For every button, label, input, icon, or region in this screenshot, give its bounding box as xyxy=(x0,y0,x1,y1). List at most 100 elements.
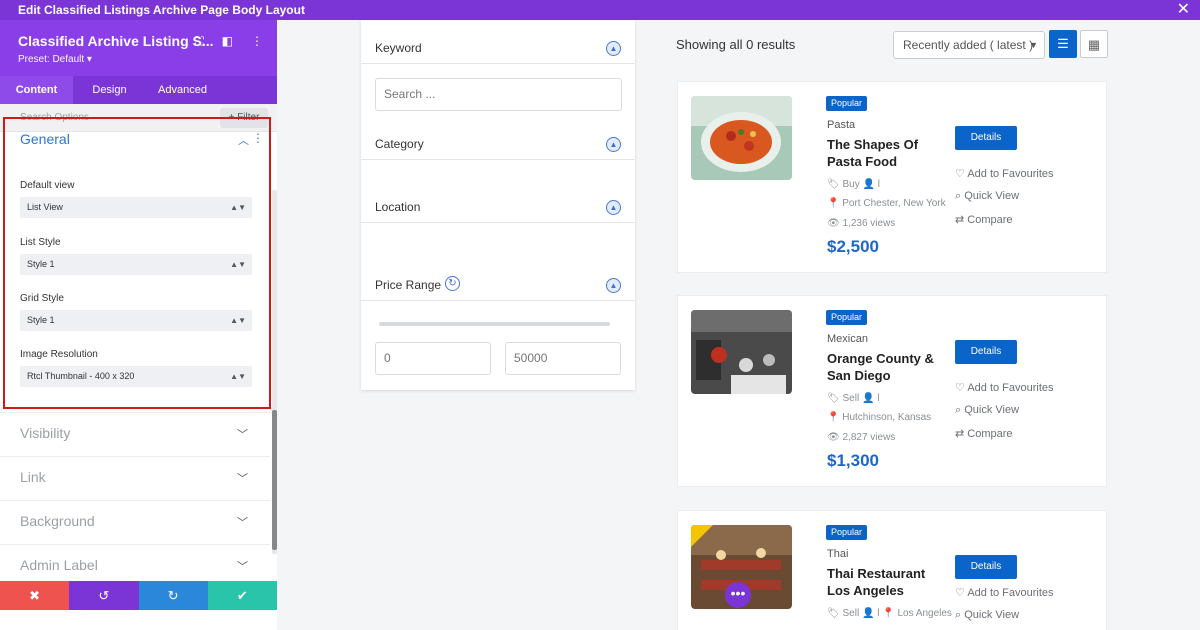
max-price-input[interactable]: 50000 xyxy=(505,342,621,375)
listing-category[interactable]: Thai xyxy=(827,548,848,560)
image-resolution-select[interactable]: Rtcl Thumbnail - 400 x 320 ▲▼ xyxy=(20,366,252,387)
preset-dropdown[interactable]: Preset: Default ▾ xyxy=(18,54,259,65)
select-arrows-icon: ▲▼ xyxy=(230,260,246,269)
select-arrows-icon: ▲▼ xyxy=(230,316,246,325)
keyword-search-input[interactable]: Search ... xyxy=(375,78,622,111)
listing-card: Popular Pasta The Shapes Of Pasta Food 🏷… xyxy=(677,81,1107,273)
listing-category[interactable]: Pasta xyxy=(827,119,855,131)
add-to-favourites-link[interactable]: ♡ Add to Favourites xyxy=(955,381,1054,394)
tag-icon: 🏷 xyxy=(827,608,840,619)
add-to-favourites-link[interactable]: ♡ Add to Favourites xyxy=(955,167,1054,180)
popular-badge: Popular xyxy=(826,525,868,540)
compare-link[interactable]: ⇄ Compare xyxy=(955,213,1013,226)
listing-price: $2,500 xyxy=(827,237,879,256)
details-button[interactable]: Details xyxy=(955,555,1017,579)
save-button[interactable]: ✔ xyxy=(207,581,277,610)
popular-badge: Popular xyxy=(826,96,868,111)
tag-icon: 🏷 xyxy=(827,179,840,190)
results-count: Showing all 0 results xyxy=(676,37,796,52)
builder-title-bar: Edit Classified Listings Archive Page Bo… xyxy=(0,0,1200,20)
chevron-down-icon: ﹀ xyxy=(237,473,248,485)
grid-view-icon: ▦ xyxy=(1087,37,1101,52)
scrollbar-thumb[interactable] xyxy=(272,410,277,550)
chevron-up-icon[interactable]: ▲ xyxy=(606,200,621,215)
listing-views: 👁 2,827 views xyxy=(827,432,896,443)
chevron-up-icon[interactable]: ︿ xyxy=(238,132,249,148)
sort-select[interactable]: Recently added ( latest ) ▼ xyxy=(893,31,1045,59)
map-pin-icon: 📍 xyxy=(827,412,840,423)
tab-content[interactable]: Content xyxy=(0,76,73,104)
list-style-select[interactable]: Style 1 ▲▼ xyxy=(20,254,252,275)
heart-icon: ♡ xyxy=(955,168,965,180)
quick-view-link[interactable]: ⌕ Quick View xyxy=(955,609,1019,622)
listing-title[interactable]: Orange County & San Diego xyxy=(827,350,947,384)
builder-title: Edit Classified Listings Archive Page Bo… xyxy=(18,3,305,17)
general-section: General ︿ ⋮ Default view List View ▲▼ Lis… xyxy=(3,117,271,409)
category-header[interactable]: Category ▲ xyxy=(361,126,635,160)
listing-title[interactable]: Thai Restaurant Los Angeles xyxy=(827,565,947,599)
heart-icon: ♡ xyxy=(955,587,965,599)
user-icon: 👤 xyxy=(861,393,875,404)
keyword-header[interactable]: Keyword ▲ xyxy=(361,30,635,64)
details-button[interactable]: Details xyxy=(955,126,1017,150)
tab-design[interactable]: Design xyxy=(73,76,146,104)
chevron-down-icon: ﹀ xyxy=(237,561,248,573)
grid-style-field: Grid Style Style 1 ▲▼ xyxy=(20,293,252,331)
list-view-button[interactable]: ☰ xyxy=(1049,30,1077,58)
discard-button[interactable]: ✖ xyxy=(0,581,70,610)
chevron-up-icon[interactable]: ▲ xyxy=(606,137,621,152)
user-icon: 👤 xyxy=(862,179,875,190)
zoom-icon: ⌕ xyxy=(955,190,962,202)
min-price-input[interactable]: 0 xyxy=(375,342,491,375)
module-actions-button[interactable]: ••• xyxy=(725,582,751,608)
chevron-up-icon[interactable]: ▲ xyxy=(606,278,621,293)
default-view-field: Default view List View ▲▼ xyxy=(20,180,252,218)
filter-widget: Keyword ▲ Search ... Category ▲ Location… xyxy=(361,20,635,390)
section-background[interactable]: Background ﹀ xyxy=(0,500,270,544)
eye-icon: 👁 xyxy=(827,432,840,443)
expand-icon[interactable]: ⛶ xyxy=(195,34,203,49)
listing-price: $1,300 xyxy=(827,451,879,470)
details-button[interactable]: Details xyxy=(955,340,1017,364)
general-section-title[interactable]: General xyxy=(20,131,70,147)
more-options-icon[interactable]: ⋮ xyxy=(251,34,263,49)
listing-card: Popular Thai Thai Restaurant Los Angeles… xyxy=(677,510,1107,630)
section-visibility[interactable]: Visibility ﹀ xyxy=(0,412,270,456)
panel-scrollbar[interactable] xyxy=(272,190,277,554)
more-horizontal-icon: ••• xyxy=(730,585,746,601)
zoom-icon: ⌕ xyxy=(955,404,962,416)
quick-view-link[interactable]: ⌕ Quick View xyxy=(955,404,1019,417)
close-icon[interactable]: ✕ xyxy=(1177,0,1190,20)
tab-advanced[interactable]: Advanced xyxy=(146,76,219,104)
listing-location: 📍 Port Chester, New York xyxy=(827,198,946,209)
listing-image[interactable] xyxy=(691,96,792,180)
price-range-header[interactable]: Price Range ↻ ▲ xyxy=(361,267,635,301)
listing-image[interactable] xyxy=(691,310,792,394)
price-range-slider[interactable] xyxy=(379,322,610,326)
undo-button[interactable]: ↺ xyxy=(69,581,139,610)
split-view-icon[interactable]: ◧ xyxy=(222,34,233,49)
listing-title[interactable]: The Shapes Of Pasta Food xyxy=(827,136,947,170)
popular-badge: Popular xyxy=(826,310,868,325)
section-menu-icon[interactable]: ⋮ xyxy=(252,131,264,145)
listing-type: 🏷 Sell 👤 l xyxy=(827,393,880,404)
add-to-favourites-link[interactable]: ♡ Add to Favourites xyxy=(955,586,1054,599)
chevron-up-icon[interactable]: ▲ xyxy=(606,41,621,56)
grid-style-select[interactable]: Style 1 ▲▼ xyxy=(20,310,252,331)
section-link[interactable]: Link ﹀ xyxy=(0,456,270,500)
listing-category[interactable]: Mexican xyxy=(827,333,868,345)
listing-views: 👁 1,236 views xyxy=(827,218,896,229)
location-header[interactable]: Location ▲ xyxy=(361,189,635,223)
default-view-select[interactable]: List View ▲▼ xyxy=(20,197,252,218)
reset-icon[interactable]: ↻ xyxy=(445,276,460,291)
redo-button[interactable]: ↻ xyxy=(138,581,208,610)
compare-icon: ⇄ xyxy=(955,214,965,226)
image-resolution-field: Image Resolution Rtcl Thumbnail - 400 x … xyxy=(20,349,252,387)
quick-view-link[interactable]: ⌕ Quick View xyxy=(955,190,1019,203)
panel-tabs: Content Design Advanced xyxy=(0,76,277,104)
grid-view-button[interactable]: ▦ xyxy=(1080,30,1108,58)
compare-link[interactable]: ⇄ Compare xyxy=(955,427,1013,440)
compare-icon: ⇄ xyxy=(955,428,965,440)
zoom-icon: ⌕ xyxy=(955,609,962,621)
list-style-field: List Style Style 1 ▲▼ xyxy=(20,237,252,275)
